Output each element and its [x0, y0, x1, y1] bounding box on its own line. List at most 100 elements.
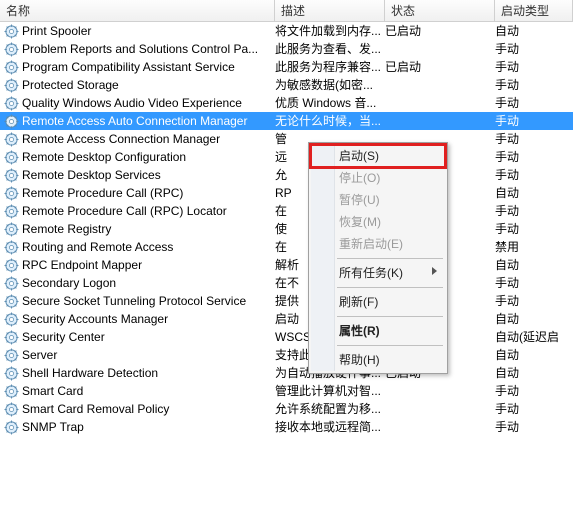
service-startup: 手动: [495, 274, 573, 292]
service-row[interactable]: Security CenterWSCSVC(Windo...已启动自动(延迟启: [0, 328, 573, 346]
service-name: Remote Desktop Services: [22, 166, 161, 184]
menu-separator: [337, 258, 443, 259]
gear-icon: [4, 132, 19, 147]
menu-item-all-tasks[interactable]: 所有任务(K): [311, 262, 445, 284]
service-desc: 无论什么时候，当...: [275, 112, 385, 130]
menu-item-help[interactable]: 帮助(H): [311, 349, 445, 371]
column-header-row: 名称 描述 状态 启动类型: [0, 0, 573, 22]
service-startup: 手动: [495, 76, 573, 94]
gear-icon: [4, 60, 19, 75]
service-row[interactable]: Program Compatibility Assistant Service此…: [0, 58, 573, 76]
service-name: Remote Procedure Call (RPC) Locator: [22, 202, 227, 220]
service-desc: 接收本地或远程简...: [275, 418, 385, 436]
gear-icon: [4, 348, 19, 363]
service-startup: 手动: [495, 400, 573, 418]
service-row[interactable]: SNMP Trap 接收本地或远程简... 手动: [0, 418, 573, 436]
service-name: Problem Reports and Solutions Control Pa…: [22, 40, 258, 58]
service-row[interactable]: Routing and Remote Access在禁用: [0, 238, 573, 256]
service-row[interactable]: Remote Procedure Call (RPC) Locator在手动: [0, 202, 573, 220]
menu-item-stop: 停止(O): [311, 167, 445, 189]
chevron-right-icon: [432, 267, 437, 275]
service-row[interactable]: Server支持此计算机通过...已启动自动: [0, 346, 573, 364]
service-row[interactable]: Smart Card Removal Policy允许系统配置为移...手动: [0, 400, 573, 418]
service-name: Remote Access Auto Connection Manager: [22, 112, 247, 130]
service-name: Print Spooler: [22, 22, 91, 40]
service-status: 已启动: [385, 22, 495, 40]
service-name: Routing and Remote Access: [22, 238, 173, 256]
service-row[interactable]: Remote Registry使手动: [0, 220, 573, 238]
column-header-name[interactable]: 名称: [0, 0, 275, 21]
gear-icon: [4, 222, 19, 237]
service-name: Protected Storage: [22, 76, 119, 94]
gear-icon: [4, 312, 19, 327]
gear-icon: [4, 420, 19, 435]
service-name: Smart Card: [22, 382, 83, 400]
service-desc: 管理此计算机对智...: [275, 382, 385, 400]
service-row[interactable]: Security Accounts Manager启动自动: [0, 310, 573, 328]
service-name: Remote Desktop Configuration: [22, 148, 186, 166]
service-name: SNMP Trap: [22, 418, 84, 436]
gear-icon: [4, 294, 19, 309]
column-header-status[interactable]: 状态: [385, 0, 495, 21]
gear-icon: [4, 240, 19, 255]
menu-item-refresh[interactable]: 刷新(F): [311, 291, 445, 313]
service-name: Quality Windows Audio Video Experience: [22, 94, 242, 112]
service-list: Print Spooler将文件加载到内存...已启动自动Problem Rep…: [0, 22, 573, 436]
service-desc: 此服务为查看、发...: [275, 40, 385, 58]
service-row[interactable]: Secondary Logon在不手动: [0, 274, 573, 292]
menu-item-restart: 重新启动(E): [311, 233, 445, 255]
gear-icon: [4, 150, 19, 165]
service-row[interactable]: Remote Access Connection Manager管手动: [0, 130, 573, 148]
gear-icon: [4, 42, 19, 57]
column-header-startup[interactable]: 启动类型: [495, 0, 573, 21]
context-menu: 启动(S) 停止(O) 暂停(U) 恢复(M) 重新启动(E) 所有任务(K) …: [308, 142, 448, 374]
service-row[interactable]: Smart Card管理此计算机对智...手动: [0, 382, 573, 400]
service-startup: 禁用: [495, 238, 573, 256]
service-startup: 手动: [495, 40, 573, 58]
service-desc: 为敏感数据(如密...: [275, 76, 385, 94]
service-row[interactable]: Shell Hardware Detection为自动播放硬件事...已启动自动: [0, 364, 573, 382]
service-row[interactable]: Remote Desktop Configuration远手动: [0, 148, 573, 166]
service-row[interactable]: Remote Procedure Call (RPC)RP自动: [0, 184, 573, 202]
service-startup: 自动: [495, 184, 573, 202]
gear-icon: [4, 114, 19, 129]
service-name: Program Compatibility Assistant Service: [22, 58, 235, 76]
service-name: RPC Endpoint Mapper: [22, 256, 142, 274]
service-row[interactable]: Print Spooler将文件加载到内存...已启动自动: [0, 22, 573, 40]
service-row[interactable]: Remote Desktop Services允手动: [0, 166, 573, 184]
column-header-desc[interactable]: 描述: [275, 0, 385, 21]
menu-item-label: 所有任务(K): [339, 266, 403, 280]
service-startup: 手动: [495, 130, 573, 148]
menu-separator: [337, 316, 443, 317]
service-row[interactable]: Quality Windows Audio Video Experience 优质…: [0, 94, 573, 112]
service-startup: 手动: [495, 418, 573, 436]
service-row[interactable]: Protected Storage 为敏感数据(如密... 手动: [0, 76, 573, 94]
gear-icon: [4, 366, 19, 381]
service-startup: 手动: [495, 220, 573, 238]
service-desc: 允许系统配置为移...: [275, 400, 385, 418]
service-name: Secure Socket Tunneling Protocol Service: [22, 292, 246, 310]
gear-icon: [4, 330, 19, 345]
service-status: 已启动: [385, 58, 495, 76]
gear-icon: [4, 384, 19, 399]
service-row[interactable]: Remote Access Auto Connection Manager 无论什…: [0, 112, 573, 130]
service-name: Remote Procedure Call (RPC): [22, 184, 183, 202]
gear-icon: [4, 204, 19, 219]
service-startup: 自动: [495, 310, 573, 328]
service-startup: 手动: [495, 94, 573, 112]
service-row[interactable]: Problem Reports and Solutions Control Pa…: [0, 40, 573, 58]
service-startup: 手动: [495, 166, 573, 184]
gear-icon: [4, 186, 19, 201]
service-startup: 手动: [495, 202, 573, 220]
service-startup: 手动: [495, 58, 573, 76]
gear-icon: [4, 96, 19, 111]
service-row[interactable]: RPC Endpoint Mapper解析自动: [0, 256, 573, 274]
menu-item-properties[interactable]: 属性(R): [311, 320, 445, 342]
menu-item-start[interactable]: 启动(S): [311, 145, 445, 167]
service-row[interactable]: Secure Socket Tunneling Protocol Service…: [0, 292, 573, 310]
service-desc: 优质 Windows 音...: [275, 94, 385, 112]
menu-item-pause: 暂停(U): [311, 189, 445, 211]
service-startup: 自动: [495, 364, 573, 382]
gear-icon: [4, 24, 19, 39]
service-name: Secondary Logon: [22, 274, 116, 292]
